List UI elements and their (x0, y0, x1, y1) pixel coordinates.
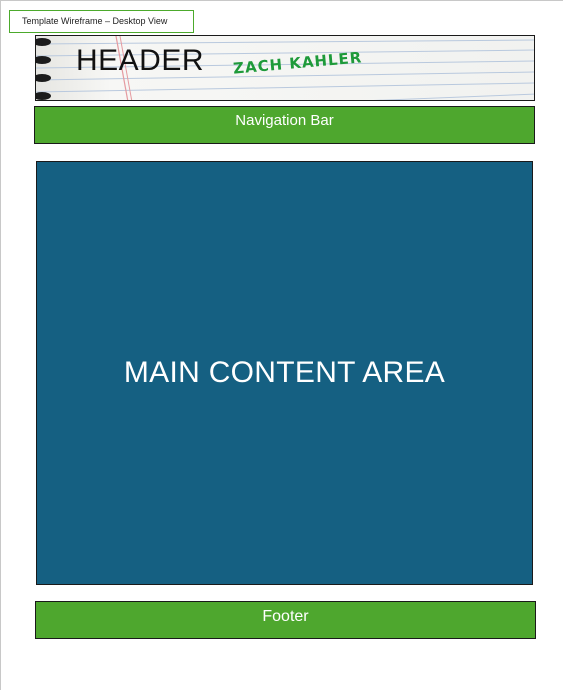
main-content-area: MAIN CONTENT AREA (36, 161, 533, 585)
main-content-label: MAIN CONTENT AREA (123, 356, 446, 389)
navigation-bar: Navigation Bar (34, 106, 535, 144)
header-banner: HEADER ZACH KAHLER (35, 35, 535, 101)
footer: Footer (35, 601, 536, 639)
diagram-title: Template Wireframe – Desktop View (9, 10, 194, 33)
header-label: HEADER (76, 44, 205, 77)
